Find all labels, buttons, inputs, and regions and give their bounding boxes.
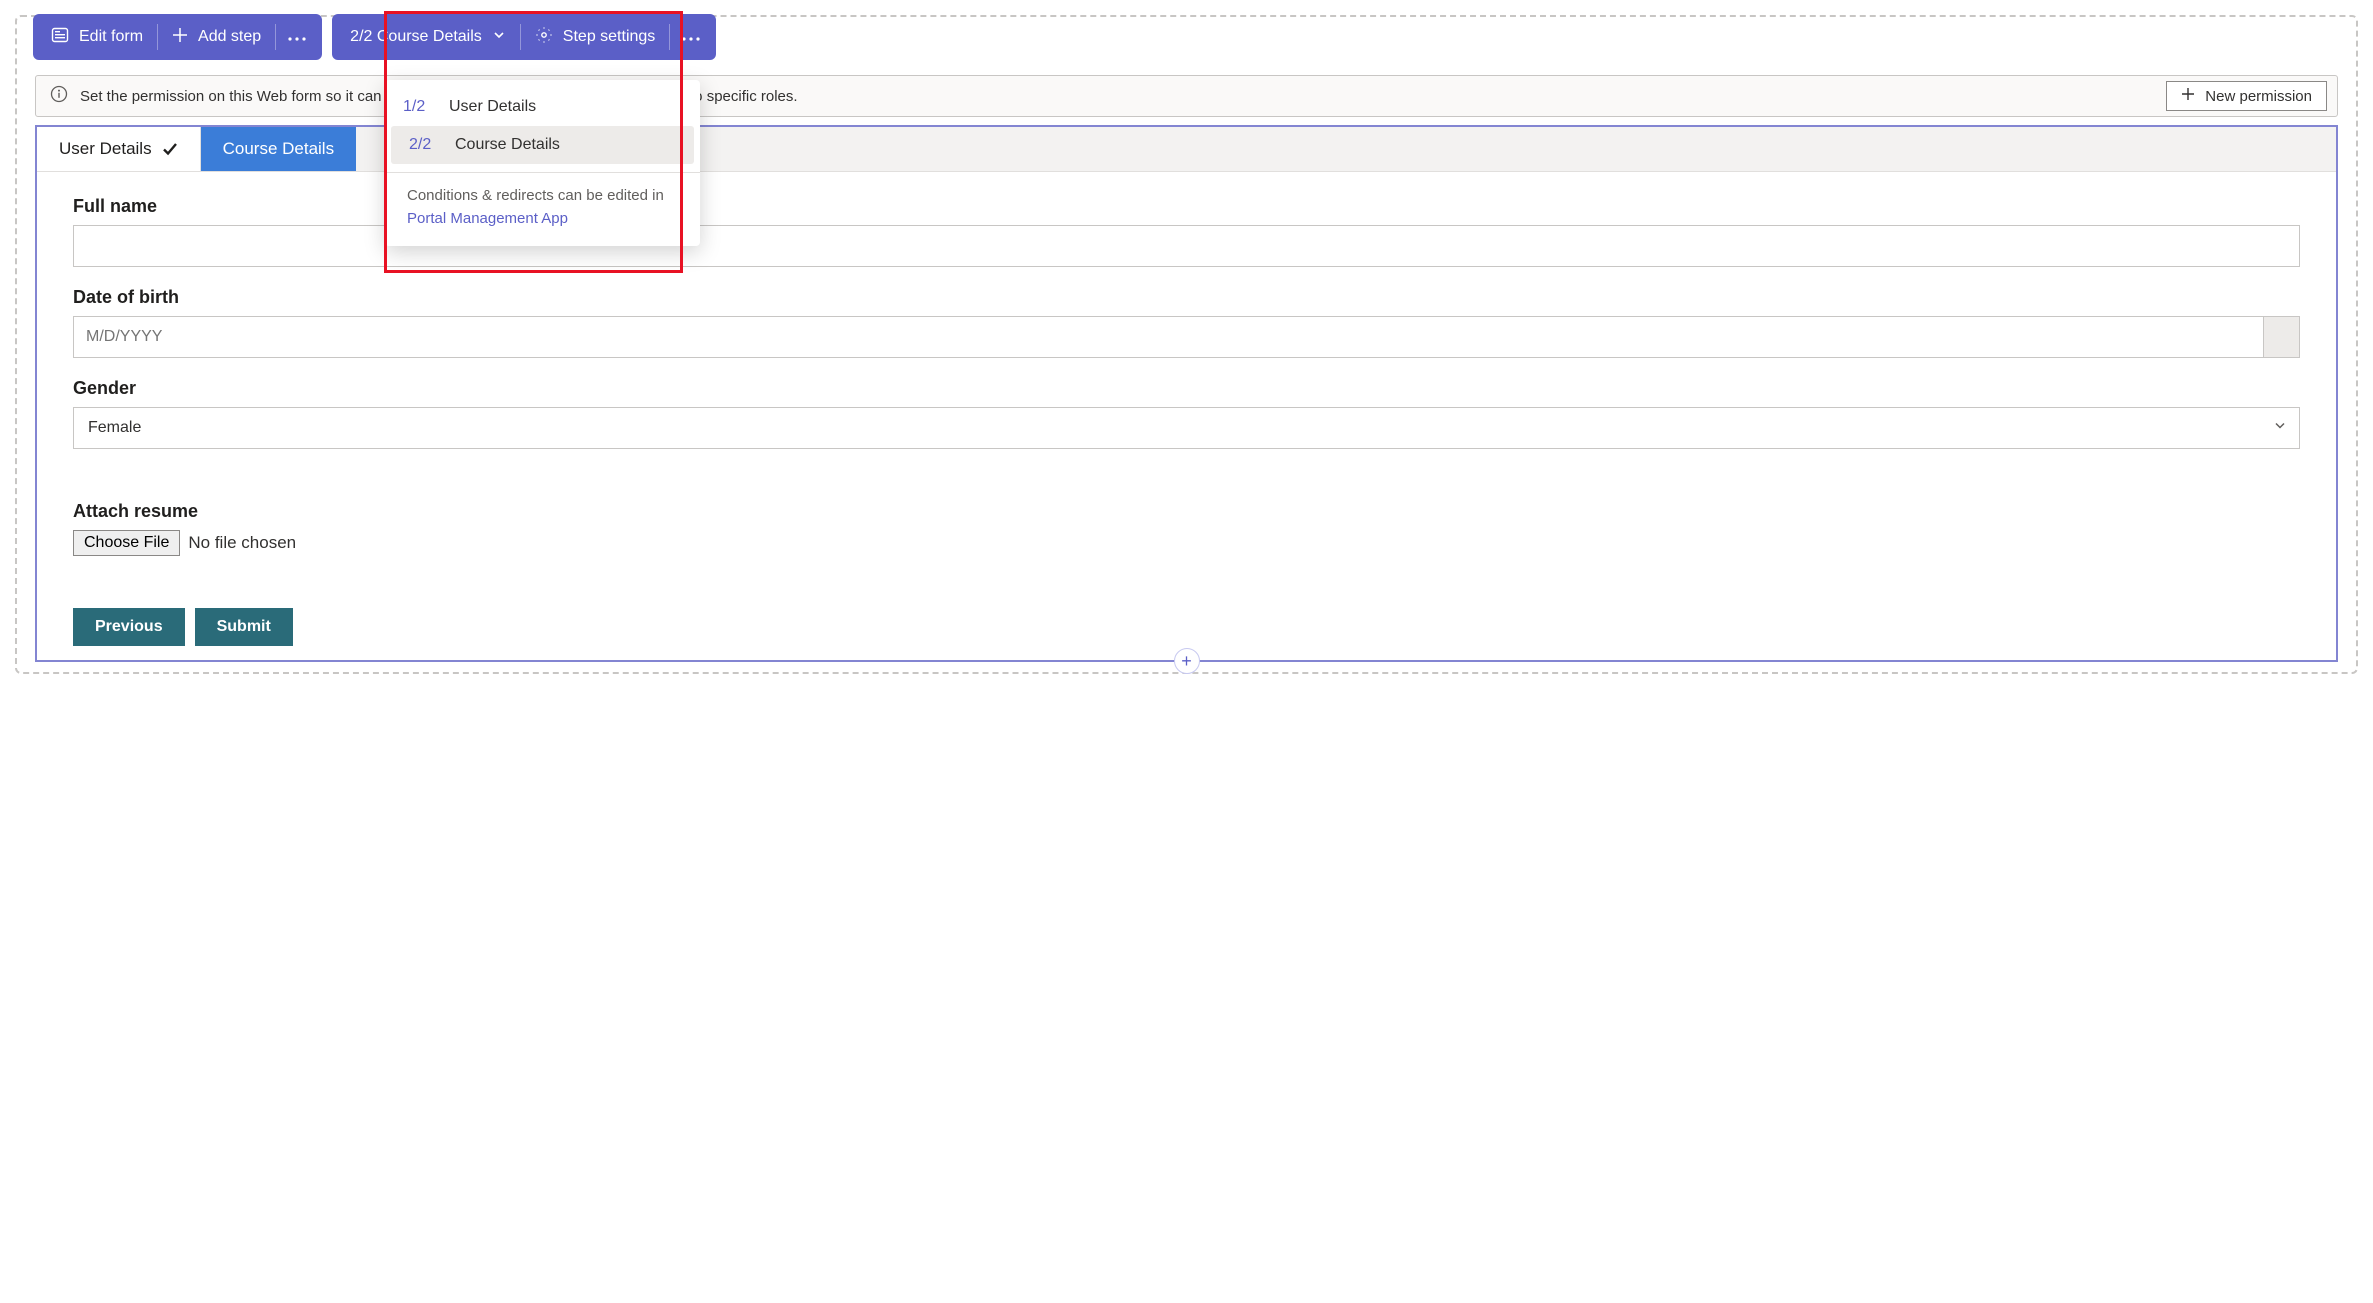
form-editor-container: Edit form Add step 2/2 Course Details xyxy=(15,15,2358,674)
form-icon xyxy=(51,26,69,49)
plus-icon xyxy=(2181,87,2195,105)
more-options-right-button[interactable] xyxy=(670,14,712,60)
plus-icon xyxy=(172,27,188,48)
field-gender: Gender Female xyxy=(73,378,2300,449)
add-component-button[interactable]: + xyxy=(1174,648,1200,674)
tab-label: User Details xyxy=(59,139,152,159)
check-icon xyxy=(162,141,178,157)
calendar-picker-button[interactable] xyxy=(2263,317,2299,357)
toolbar-right: 2/2 Course Details Step settings xyxy=(332,14,716,60)
plus-icon: + xyxy=(1181,651,1192,672)
step-selector-dropdown[interactable]: 2/2 Course Details xyxy=(336,14,520,60)
gender-value: Female xyxy=(88,419,141,437)
dropdown-item-course-details[interactable]: 2/2 Course Details xyxy=(391,126,694,164)
chevron-down-icon xyxy=(492,28,506,47)
chevron-down-icon xyxy=(2273,419,2287,438)
step-settings-button[interactable]: Step settings xyxy=(521,14,670,60)
dropdown-item-user-details[interactable]: 1/2 User Details xyxy=(385,88,700,126)
more-icon xyxy=(288,28,306,46)
no-file-text: No file chosen xyxy=(188,533,296,553)
toolbar-left: Edit form Add step xyxy=(33,14,322,60)
field-date-of-birth: Date of birth xyxy=(73,287,2300,358)
previous-button[interactable]: Previous xyxy=(73,608,185,646)
attach-resume-label: Attach resume xyxy=(73,501,2300,522)
choose-file-button[interactable]: Choose File xyxy=(73,530,180,556)
toolbar-row: Edit form Add step 2/2 Course Details xyxy=(33,14,2356,60)
form-canvas: User Details Course Details Full name Da… xyxy=(35,125,2338,662)
permission-info-bar: Set the permission on this Web form so i… xyxy=(35,75,2338,117)
dob-label: Date of birth xyxy=(73,287,2300,308)
dropdown-footer: Conditions & redirects can be edited in … xyxy=(385,185,700,230)
more-icon xyxy=(682,28,700,46)
new-permission-button[interactable]: New permission xyxy=(2166,81,2327,111)
step-settings-label: Step settings xyxy=(563,28,656,46)
step-tabs-bar: User Details Course Details xyxy=(37,127,2336,172)
new-permission-label: New permission xyxy=(2205,88,2312,105)
dropdown-footer-text: Conditions & redirects can be edited in xyxy=(407,187,664,204)
info-icon xyxy=(50,85,68,107)
form-nav-buttons: Previous Submit xyxy=(73,608,2300,646)
step-dropdown-panel: 1/2 User Details 2/2 Course Details Cond… xyxy=(385,80,700,246)
add-step-label: Add step xyxy=(198,28,261,46)
step-number: 2/2 xyxy=(409,136,437,154)
step-selector-label: 2/2 Course Details xyxy=(350,28,482,46)
dob-input[interactable] xyxy=(74,317,2263,357)
form-area: Full name Date of birth Gender Female xyxy=(37,172,2336,660)
edit-form-button[interactable]: Edit form xyxy=(37,14,157,60)
portal-management-link[interactable]: Portal Management App xyxy=(407,210,568,227)
step-number: 1/2 xyxy=(403,98,431,116)
add-step-button[interactable]: Add step xyxy=(158,14,275,60)
gear-icon xyxy=(535,26,553,49)
more-options-left-button[interactable] xyxy=(276,14,318,60)
edit-form-label: Edit form xyxy=(79,28,143,46)
tab-course-details[interactable]: Course Details xyxy=(201,127,357,171)
tab-user-details[interactable]: User Details xyxy=(37,127,201,171)
submit-button[interactable]: Submit xyxy=(195,608,293,646)
step-label: User Details xyxy=(449,98,536,116)
step-label: Course Details xyxy=(455,136,560,154)
field-attach-resume: Attach resume Choose File No file chosen xyxy=(73,501,2300,556)
gender-select[interactable]: Female xyxy=(73,407,2300,449)
dropdown-divider xyxy=(385,172,700,173)
tab-label: Course Details xyxy=(223,139,335,159)
gender-label: Gender xyxy=(73,378,2300,399)
